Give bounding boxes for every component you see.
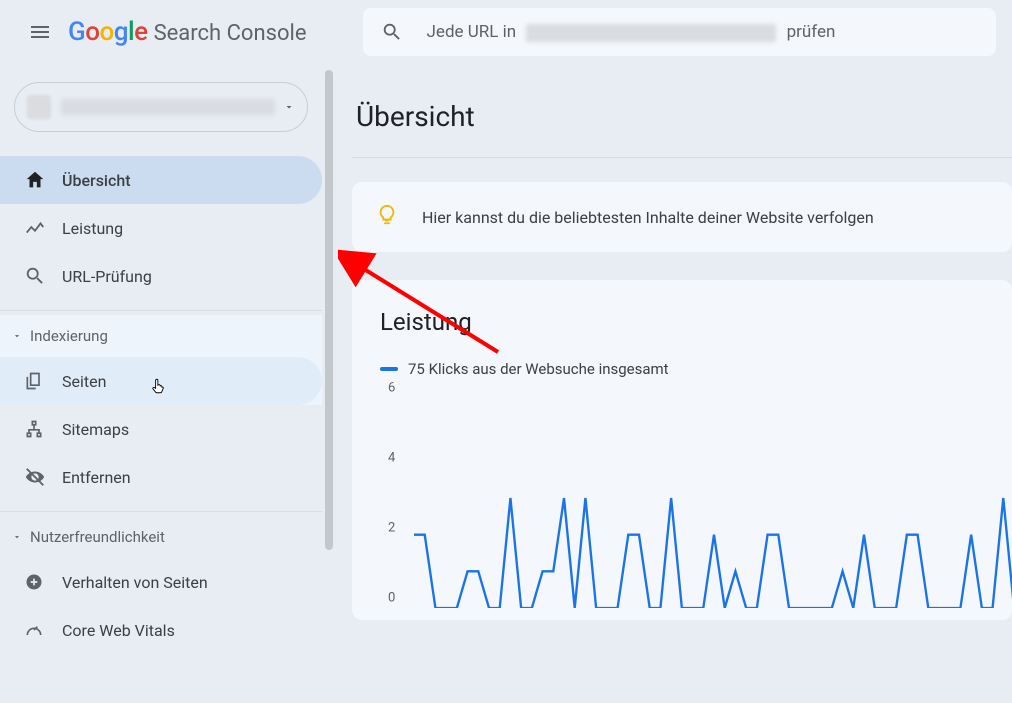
sidebar-group-indexing[interactable]: Indexierung: [0, 315, 322, 357]
sidebar-item-overview[interactable]: Übersicht: [0, 156, 322, 204]
y-tick-label: 6: [388, 381, 395, 396]
property-favicon: [27, 95, 51, 119]
sidebar: Übersicht Leistung URL-Prüfung: [0, 64, 322, 703]
home-icon: [24, 169, 52, 191]
sidebar-group-label: Nutzerfreundlichkeit: [30, 528, 165, 546]
sidebar-item-label: Sitemaps: [62, 420, 129, 439]
sidebar-item-label: Entfernen: [62, 468, 131, 487]
pages-icon: [24, 371, 52, 391]
sidebar-scrollbar[interactable]: [322, 64, 338, 703]
sitemap-icon: [24, 419, 52, 439]
chart-plot: [414, 388, 1012, 608]
sidebar-item-label: Leistung: [62, 219, 123, 238]
trend-icon: [24, 217, 52, 239]
cursor-hand-icon: [150, 375, 168, 401]
search-icon: [24, 265, 52, 287]
redacted-property-name: [61, 99, 275, 115]
search-icon: [381, 21, 403, 43]
legend-text: 75 Klicks aus der Websuche insgesamt: [408, 360, 669, 378]
search-placeholder: Jede URL in prüfen: [427, 22, 836, 42]
app-name: Search Console: [154, 21, 307, 46]
page-title: Übersicht: [352, 100, 1012, 158]
sidebar-item-core-web-vitals[interactable]: Core Web Vitals: [0, 606, 322, 654]
url-inspect-search[interactable]: Jede URL in prüfen: [363, 8, 996, 56]
chart-line: [414, 498, 1012, 608]
sidebar-item-performance[interactable]: Leistung: [0, 204, 322, 252]
performance-title: Leistung: [380, 308, 988, 336]
triangle-down-icon: [12, 528, 22, 546]
sidebar-item-label: URL-Prüfung: [62, 267, 152, 286]
plus-circle-icon: [24, 572, 52, 592]
main-content: Übersicht Hier kannst du die beliebteste…: [340, 64, 1012, 703]
y-tick-label: 0: [388, 591, 395, 606]
menu-button[interactable]: [16, 8, 64, 56]
sidebar-item-page-experience[interactable]: Verhalten von Seiten: [0, 558, 322, 606]
sidebar-item-removals[interactable]: Entfernen: [0, 453, 322, 501]
scrollbar-thumb[interactable]: [325, 70, 333, 550]
sidebar-group-ux[interactable]: Nutzerfreundlichkeit: [0, 516, 322, 558]
sidebar-item-label: Verhalten von Seiten: [62, 573, 208, 592]
legend-swatch: [380, 367, 398, 371]
sidebar-item-url-check[interactable]: URL-Prüfung: [0, 252, 322, 300]
triangle-down-icon: [12, 327, 22, 345]
y-tick-label: 4: [388, 451, 395, 466]
sidebar-group-label: Indexierung: [30, 327, 108, 345]
caret-down-icon: [283, 98, 295, 117]
sidebar-item-label: Seiten: [62, 372, 106, 391]
performance-card[interactable]: Leistung 75 Klicks aus der Websuche insg…: [352, 280, 1012, 620]
app-logo: Google Search Console: [68, 17, 307, 47]
y-tick-label: 2: [388, 521, 395, 536]
redacted-property: [526, 24, 776, 42]
sidebar-item-sitemaps[interactable]: Sitemaps: [0, 405, 322, 453]
hamburger-icon: [28, 20, 52, 44]
hint-card[interactable]: Hier kannst du die beliebtesten Inhalte …: [352, 182, 1012, 252]
property-selector[interactable]: [14, 82, 308, 132]
sidebar-item-label: Übersicht: [62, 171, 131, 190]
google-word: Google: [68, 17, 148, 47]
hint-text: Hier kannst du die beliebtesten Inhalte …: [422, 208, 874, 227]
lightbulb-icon: [376, 204, 398, 230]
performance-chart: 0246: [388, 388, 988, 608]
sidebar-item-label: Core Web Vitals: [62, 621, 175, 640]
speed-icon: [24, 620, 52, 640]
chart-legend: 75 Klicks aus der Websuche insgesamt: [380, 360, 988, 378]
sidebar-item-pages[interactable]: Seiten: [0, 357, 322, 405]
eye-off-icon: [24, 466, 52, 488]
